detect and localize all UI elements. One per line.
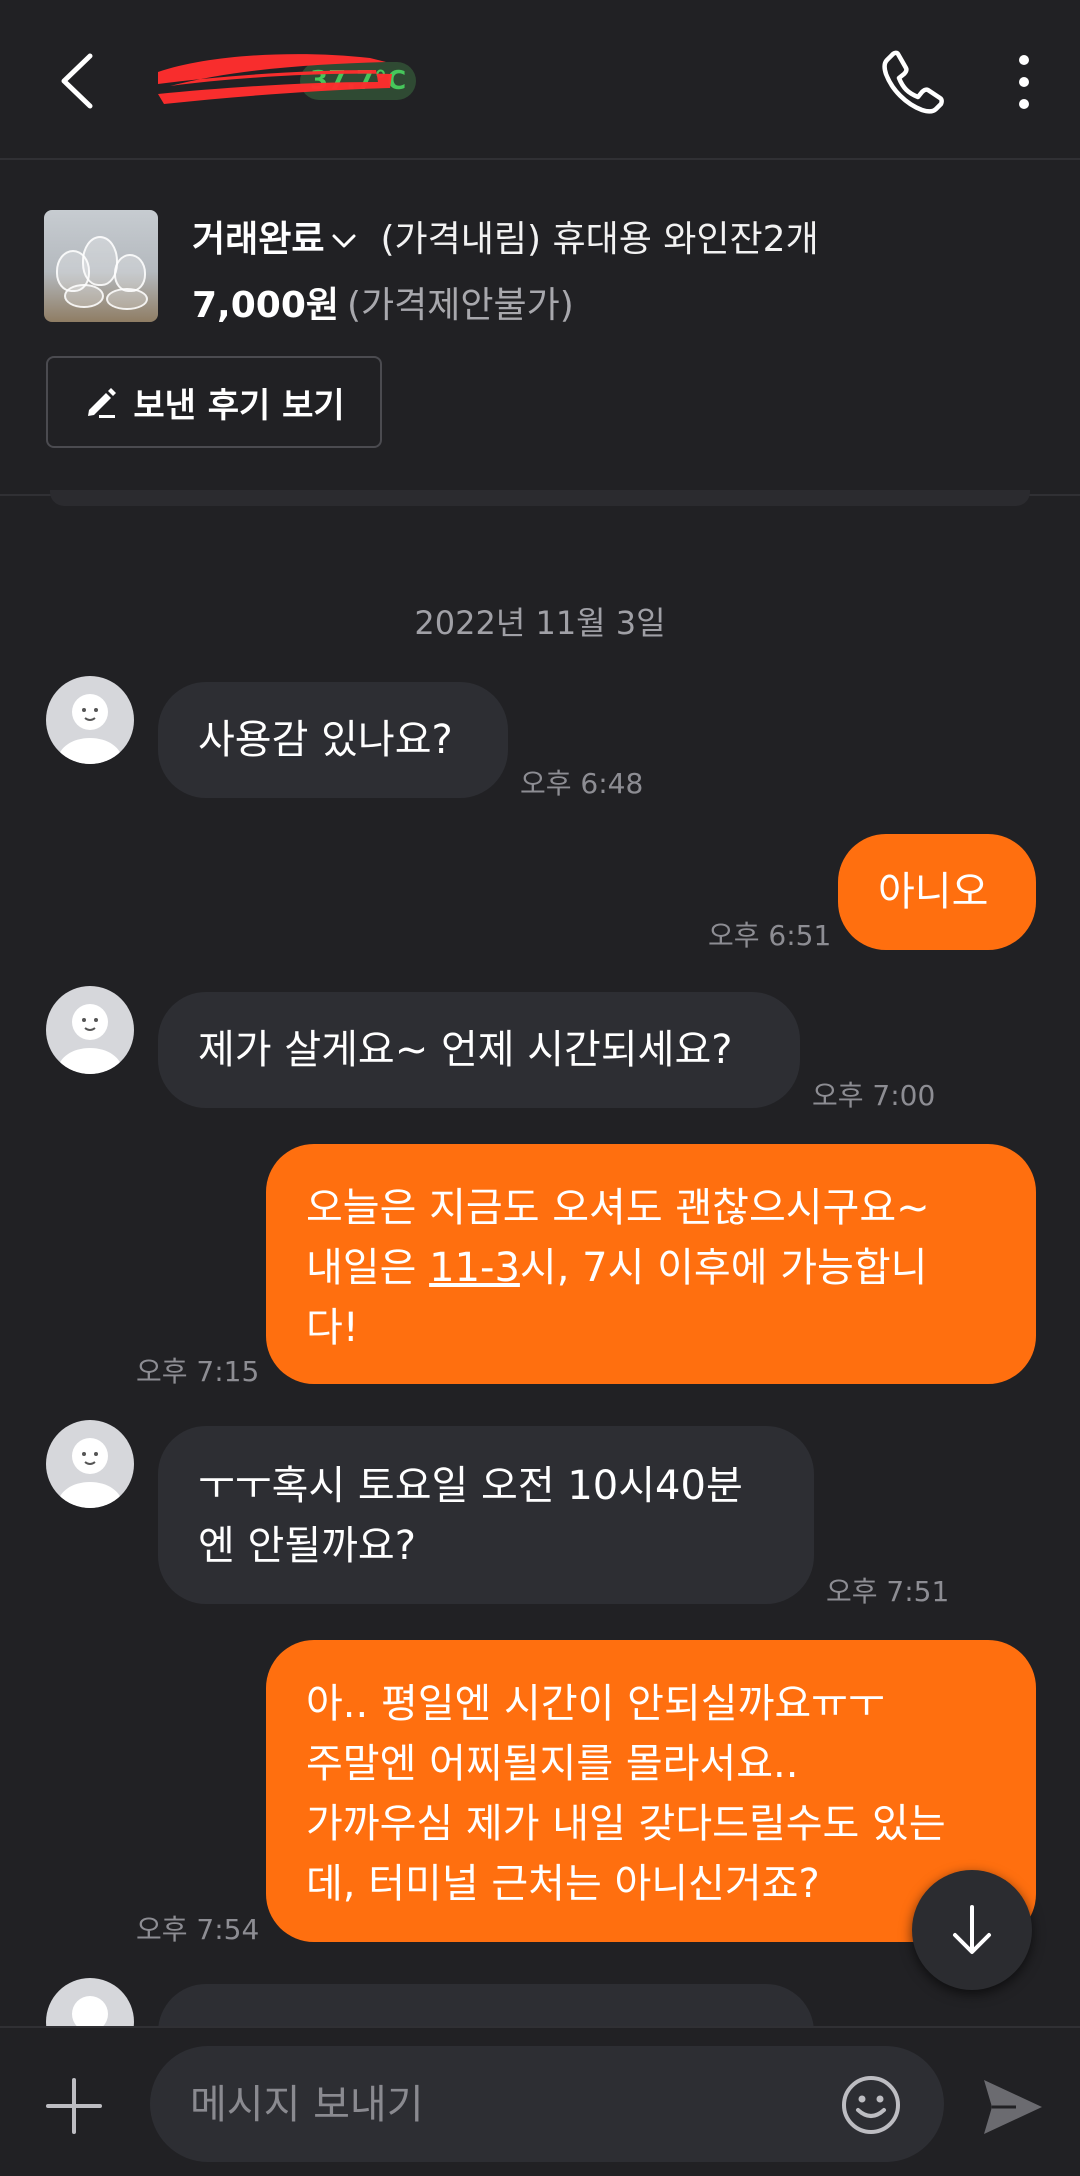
message-line: 내일은 11-3시, 7시 이후에 가능합니 [306,1245,928,1291]
message-composer [0,2026,1080,2176]
pencil-icon [88,388,117,418]
product-info-card[interactable]: 거래완료 (가격내림) 휴대용 와인잔2개 7,000원 (가격제안불가) 보낸 후… [0,160,1080,496]
avatar[interactable] [46,1420,134,1508]
message-text: 제가 살게요~ 언제 시간되세요? [198,1027,733,1073]
user-avatar-icon [58,1004,122,1074]
chat-bubble-incoming[interactable]: 사용감 있나요? [158,682,508,798]
chat-bubble-outgoing[interactable]: 오늘은 지금도 오셔도 괜찮으시구요~ 내일은 11-3시, 7시 이후에 가능… [266,1144,1036,1384]
trade-status-dropdown[interactable]: 거래완료 [192,219,324,260]
view-sent-review-button[interactable]: 보낸 후기 보기 [46,356,382,448]
time-range-link[interactable]: 11-3 [429,1245,520,1291]
price-row: 7,000원 (가격제안불가) [192,276,574,328]
emoji-button[interactable] [840,2074,902,2136]
avatar[interactable] [46,986,134,1074]
chat-bubble-incoming[interactable]: ㅜㅜ혹시 토요일 오전 10시40분 엔 안될까요? [158,1426,814,1604]
message-line: 가까우심 제가 내일 갖다드릴수도 있는 [306,1801,946,1847]
call-button[interactable] [878,48,946,116]
chat-partner-title: 37.7°C [150,40,417,120]
message-text: 아니오 [878,869,989,915]
product-price: 7,000원 [192,285,339,326]
phone-icon [882,50,944,114]
trade-status-row: 거래완료 (가격내림) 휴대용 와인잔2개 [192,210,819,262]
redaction-scribble [158,54,392,104]
card-shadow [50,490,1030,506]
emoji-icon [842,2076,900,2134]
back-icon [61,53,93,109]
message-line: ㅜㅜ혹시 토요일 오전 10시40분 [198,1463,743,1509]
chat-bubble-incoming[interactable]: 제가 살게요~ 언제 시간되세요? [158,992,800,1108]
message-line: 오늘은 지금도 오셔도 괜찮으시구요~ [306,1185,930,1231]
message-line: 데, 터미널 근처는 아니신거죠? [306,1861,820,1907]
message-input[interactable] [188,2046,812,2164]
message-time: 오후 7:54 [136,1913,260,1946]
attach-button[interactable] [46,2078,102,2134]
more-options-button[interactable] [1010,52,1038,112]
message-time: 오후 7:51 [826,1575,950,1608]
message-input-container[interactable] [150,2046,944,2164]
review-button-label: 보낸 후기 보기 [133,385,345,426]
message-text: 사용감 있나요? [198,717,453,763]
message-line: 주말엔 어찌될지를 몰라서요.. [306,1741,799,1787]
arrow-down-icon [953,1905,991,1954]
product-thumbnail[interactable] [44,210,158,322]
date-separator: 2022년 11월 3일 [414,604,666,642]
user-avatar-icon [58,694,122,764]
message-line: 엔 안될까요? [198,1523,416,1569]
plus-icon [46,2078,102,2134]
message-line: 다! [306,1305,359,1351]
chat-bubble-outgoing[interactable]: 아니오 [838,834,1036,950]
message-time: 오후 6:48 [520,767,644,800]
price-note: (가격제안불가) [347,285,574,326]
message-time: 오후 7:15 [136,1355,260,1388]
user-avatar-icon [58,1438,122,1508]
more-icon [1019,55,1029,109]
product-name: (가격내림) 휴대용 와인잔2개 [380,219,819,260]
send-button[interactable] [980,2076,1046,2138]
back-button[interactable] [50,48,110,114]
send-icon [984,2080,1042,2134]
chevron-down-icon[interactable] [330,231,358,251]
scroll-to-bottom-button[interactable] [912,1870,1032,1990]
message-line: 아.. 평일엔 시간이 안되실까요ㅠㅜ [306,1681,885,1727]
avatar[interactable] [46,676,134,764]
message-time: 오후 6:51 [708,919,832,952]
message-time: 오후 7:00 [812,1079,936,1112]
top-bar: 37.7°C [0,0,1080,160]
